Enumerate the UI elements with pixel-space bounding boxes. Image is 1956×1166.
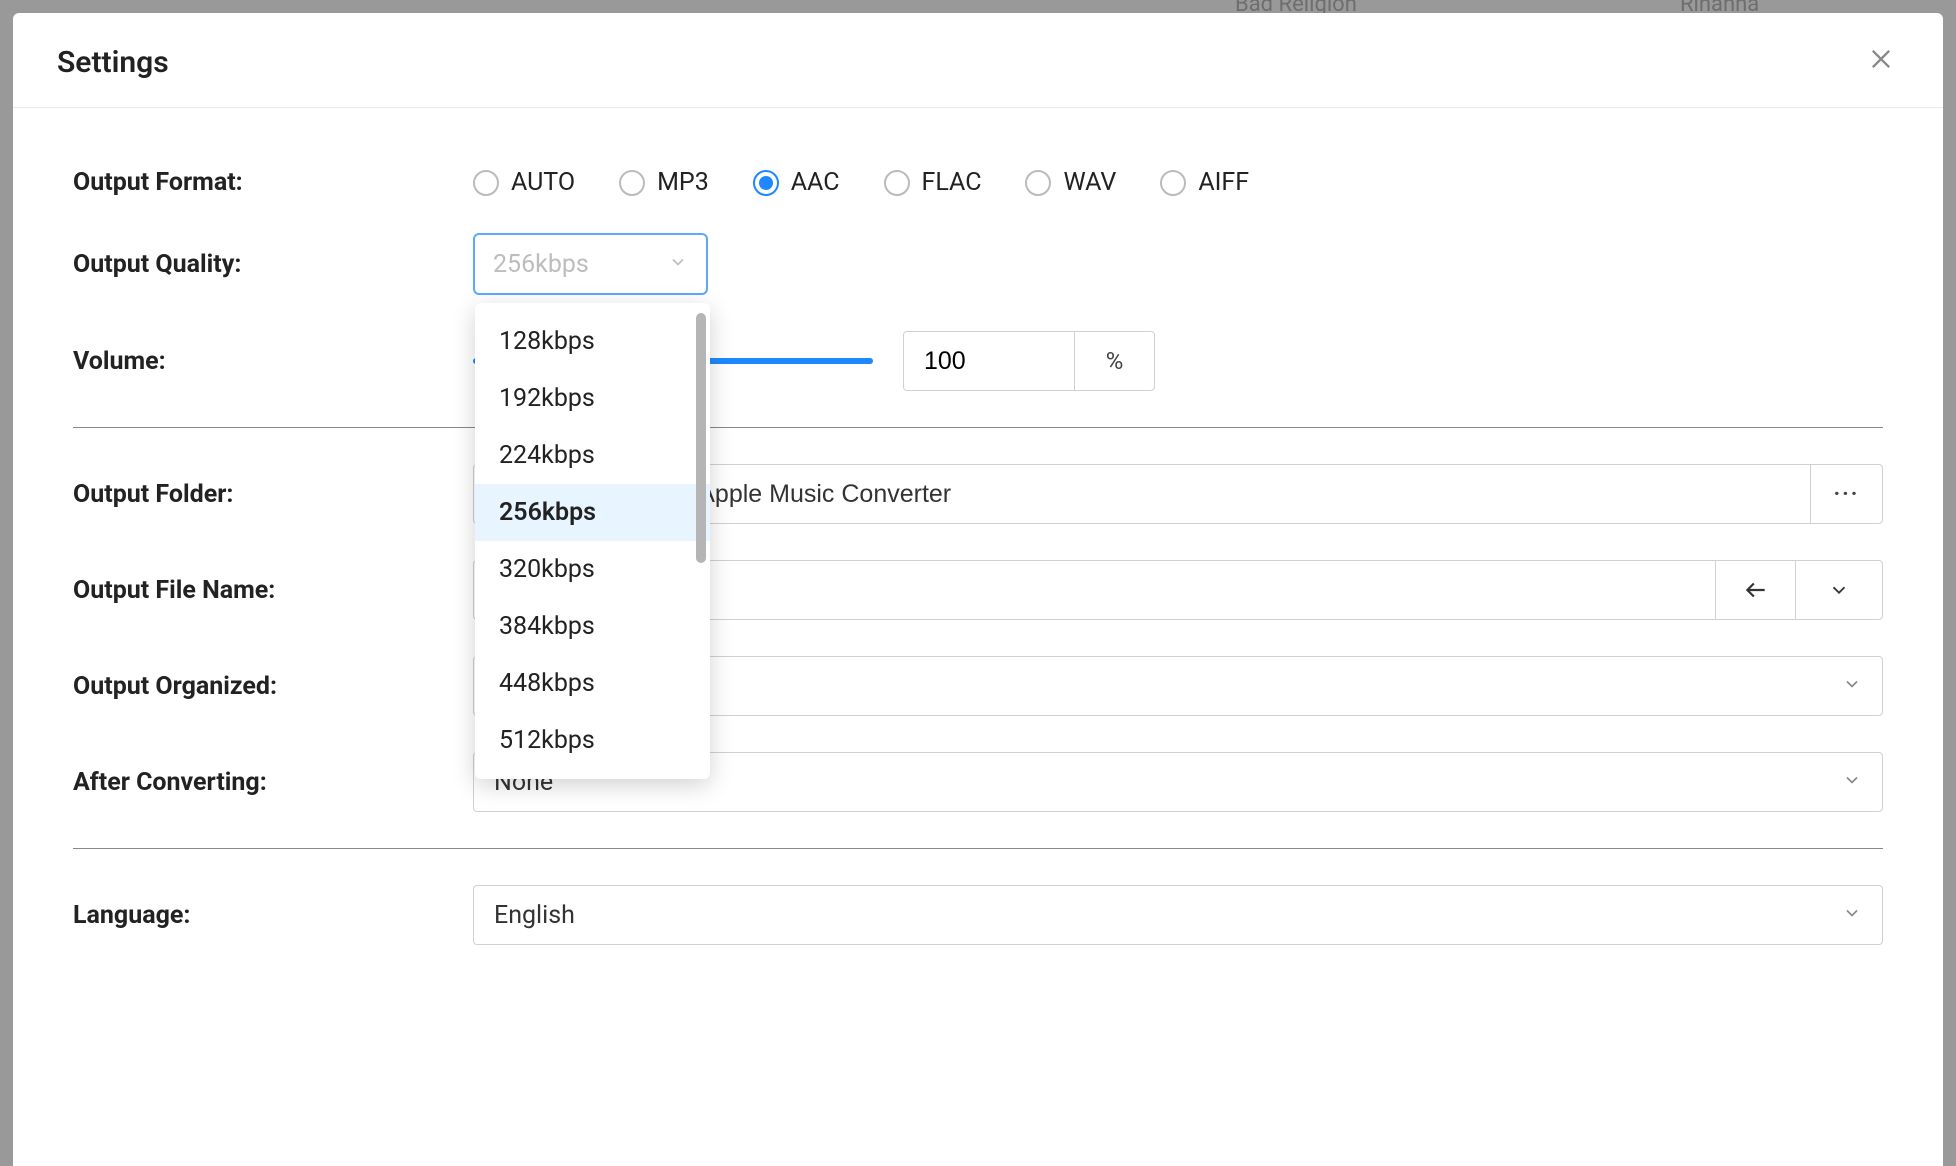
output-format-radio-group: AUTO MP3 AAC FLAC WAV AIFF: [473, 168, 1249, 197]
filename-back-button[interactable]: [1715, 560, 1795, 620]
close-button[interactable]: [1863, 41, 1899, 83]
radio-flac[interactable]: FLAC: [884, 168, 982, 197]
browse-folder-button[interactable]: ···: [1811, 464, 1883, 524]
radio-mp3[interactable]: MP3: [619, 168, 709, 197]
label-output-quality: Output Quality:: [73, 250, 473, 279]
label-output-filename: Output File Name:: [73, 576, 473, 605]
settings-modal: Settings Output Format: AUTO MP3 AAC FLA…: [13, 13, 1943, 1166]
row-output-filename: Output File Name:: [73, 560, 1883, 620]
radio-dot-icon: [759, 176, 773, 190]
label-output-organized: Output Organized:: [73, 672, 473, 701]
scrollbar-thumb[interactable]: [696, 313, 706, 563]
radio-label: AAC: [791, 168, 840, 197]
row-language: Language: English: [73, 885, 1883, 945]
radio-label: AIFF: [1198, 168, 1249, 197]
quality-dropdown: 128kbps192kbps224kbps256kbps320kbps384kb…: [475, 303, 710, 779]
volume-input-group: %: [903, 331, 1155, 391]
chevron-down-icon: [1842, 672, 1862, 701]
quality-option-192kbps[interactable]: 192kbps: [475, 370, 710, 427]
label-after-converting: After Converting:: [73, 768, 473, 797]
quality-option-448kbps[interactable]: 448kbps: [475, 655, 710, 712]
radio-label: AUTO: [511, 168, 575, 197]
close-icon: [1867, 45, 1895, 73]
radio-circle-icon: [1160, 170, 1186, 196]
row-output-format: Output Format: AUTO MP3 AAC FLAC WAV AIF…: [73, 168, 1883, 197]
quality-option-384kbps[interactable]: 384kbps: [475, 598, 710, 655]
chevron-down-icon: [1842, 901, 1862, 930]
row-output-quality: Output Quality: 256kbps 128kbps192kbps22…: [73, 233, 1883, 295]
divider-2: [73, 848, 1883, 849]
radio-aiff[interactable]: AIFF: [1160, 168, 1249, 197]
divider-1: [73, 427, 1883, 428]
settings-title: Settings: [57, 45, 169, 80]
row-output-folder: Output Folder: ···: [73, 464, 1883, 524]
quality-option-128kbps[interactable]: 128kbps: [475, 313, 710, 370]
volume-unit-label: %: [1074, 332, 1154, 390]
arrow-left-icon: [1743, 577, 1769, 603]
radio-auto[interactable]: AUTO: [473, 168, 575, 197]
quality-option-320kbps[interactable]: 320kbps: [475, 541, 710, 598]
label-language: Language:: [73, 901, 473, 930]
radio-label: MP3: [657, 168, 709, 197]
chevron-down-icon: [668, 252, 688, 276]
language-value: English: [494, 901, 575, 930]
radio-aac[interactable]: AAC: [753, 168, 840, 197]
volume-value-input[interactable]: [904, 332, 1074, 390]
row-after-converting: After Converting: None: [73, 752, 1883, 812]
row-output-organized: Output Organized:: [73, 656, 1883, 716]
label-output-folder: Output Folder:: [73, 480, 473, 509]
row-volume: Volume: %: [73, 331, 1883, 391]
output-quality-select[interactable]: 256kbps 128kbps192kbps224kbps256kbps320k…: [473, 233, 708, 295]
quality-option-512kbps[interactable]: 512kbps: [475, 712, 710, 769]
radio-circle-icon: [473, 170, 499, 196]
label-output-format: Output Format:: [73, 168, 473, 197]
radio-label: FLAC: [922, 168, 982, 197]
radio-circle-icon: [884, 170, 910, 196]
modal-header: Settings: [13, 13, 1943, 108]
radio-label: WAV: [1063, 168, 1116, 197]
filename-dropdown-button[interactable]: [1795, 560, 1883, 620]
radio-circle-icon: [619, 170, 645, 196]
chevron-down-icon: [1842, 768, 1862, 797]
chevron-down-icon: [1828, 579, 1850, 601]
quality-option-224kbps[interactable]: 224kbps: [475, 427, 710, 484]
language-select[interactable]: English: [473, 885, 1883, 945]
quality-selected-text: 256kbps: [493, 250, 589, 279]
dropdown-scrollbar[interactable]: [696, 313, 706, 769]
quality-option-256kbps[interactable]: 256kbps: [475, 484, 710, 541]
label-volume: Volume:: [73, 347, 473, 376]
radio-circle-icon: [1025, 170, 1051, 196]
radio-circle-icon: [753, 170, 779, 196]
radio-wav[interactable]: WAV: [1025, 168, 1116, 197]
